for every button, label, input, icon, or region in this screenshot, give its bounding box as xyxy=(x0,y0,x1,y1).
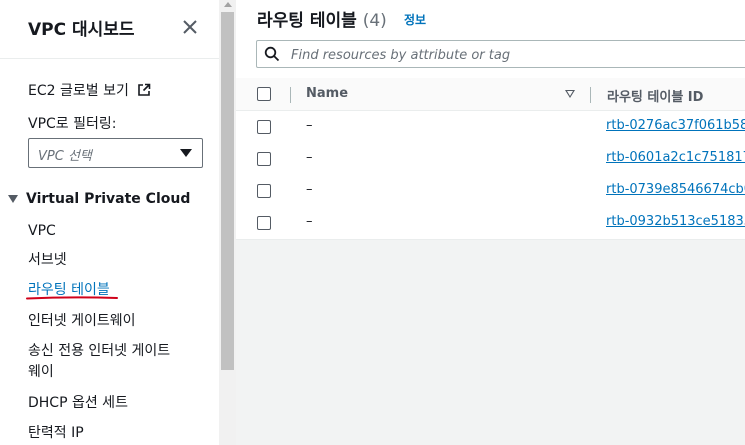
resource-count: (4) xyxy=(362,11,387,31)
sidebar-item-subnets[interactable]: 서브넷 xyxy=(28,249,67,271)
cell-name: – xyxy=(306,182,313,197)
row-checkbox[interactable] xyxy=(257,152,271,166)
sidebar-item-vpc[interactable]: VPC xyxy=(28,220,56,242)
vpc-filter-placeholder: VPC 선택 xyxy=(38,149,92,164)
section-title: Virtual Private Cloud xyxy=(26,191,191,207)
sidebar-item-egress-only-gateways-cont[interactable]: 웨이 xyxy=(28,361,54,383)
table-row[interactable]: – rtb-0739e8546674cb0 xyxy=(236,175,745,208)
route-tables-panel: 라우팅 테이블 (4) 정보 Name 라우팅 테이블 ID – rtb-027… xyxy=(236,0,745,240)
select-all-checkbox[interactable] xyxy=(257,87,271,101)
caret-down-icon xyxy=(180,149,192,157)
red-annotation-underline xyxy=(26,296,118,300)
route-table-id-link[interactable]: rtb-0276ac37f061b58 xyxy=(606,118,745,133)
sidebar-item-elastic-ip[interactable]: 탄력적 IP xyxy=(28,422,84,444)
main-content: 라우팅 테이블 (4) 정보 Name 라우팅 테이블 ID – rtb-027… xyxy=(236,0,745,445)
search-bar[interactable] xyxy=(256,40,745,68)
row-checkbox[interactable] xyxy=(257,120,271,134)
close-icon[interactable] xyxy=(180,17,200,37)
cell-name: – xyxy=(306,150,313,165)
sidebar-item-dhcp-options[interactable]: DHCP 옵션 세트 xyxy=(28,392,128,414)
page-title-text: 라우팅 테이블 xyxy=(257,11,357,31)
cell-name: – xyxy=(306,118,313,133)
scrollbar-thumb[interactable] xyxy=(221,12,234,370)
sidebar-divider xyxy=(0,58,219,59)
route-table-id-link[interactable]: rtb-0601a2c1c751817 xyxy=(606,150,745,165)
route-table-id-link[interactable]: rtb-0739e8546674cb0 xyxy=(606,182,745,197)
route-table-id-link[interactable]: rtb-0932b513ce51835 xyxy=(606,214,745,229)
row-checkbox[interactable] xyxy=(257,184,271,198)
sort-caret-inner xyxy=(567,91,573,96)
section-virtual-private-cloud[interactable]: Virtual Private Cloud xyxy=(8,191,190,207)
page-title: 라우팅 테이블 (4) xyxy=(257,6,387,31)
table-row[interactable]: – rtb-0276ac37f061b58 xyxy=(236,111,745,144)
sidebar-item-egress-only-gateways[interactable]: 송신 전용 인터넷 게이트 xyxy=(28,340,170,362)
column-separator xyxy=(290,87,291,103)
ec2-global-view-link[interactable]: EC2 글로벌 보기 xyxy=(28,80,151,100)
column-header-route-table-id[interactable]: 라우팅 테이블 ID xyxy=(607,86,703,105)
info-link[interactable]: 정보 xyxy=(404,11,426,28)
external-link-icon xyxy=(138,83,151,96)
vpc-filter-label: VPC로 필터링: xyxy=(28,116,117,132)
search-input[interactable] xyxy=(289,44,733,66)
column-separator xyxy=(590,87,591,103)
sidebar-item-internet-gateways[interactable]: 인터넷 게이트웨이 xyxy=(28,310,136,332)
search-icon xyxy=(264,46,280,62)
row-checkbox[interactable] xyxy=(257,216,271,230)
table-header: Name 라우팅 테이블 ID xyxy=(236,78,745,111)
scroll-up-arrow-icon[interactable] xyxy=(224,2,232,7)
column-header-name[interactable]: Name xyxy=(306,86,348,101)
table-row[interactable]: – rtb-0601a2c1c751817 xyxy=(236,143,745,176)
sidebar-title: VPC 대시보드 xyxy=(28,20,135,40)
table-row[interactable]: – rtb-0932b513ce51835 xyxy=(236,207,745,240)
navigation-sidebar: VPC 대시보드 EC2 글로벌 보기 VPC로 필터링: VPC 선택 Vir… xyxy=(0,0,219,445)
cell-name: – xyxy=(306,214,313,229)
ec2-global-view-label: EC2 글로벌 보기 xyxy=(28,83,129,99)
expand-caret-icon xyxy=(8,195,18,203)
vpc-filter-select[interactable]: VPC 선택 xyxy=(28,138,203,168)
